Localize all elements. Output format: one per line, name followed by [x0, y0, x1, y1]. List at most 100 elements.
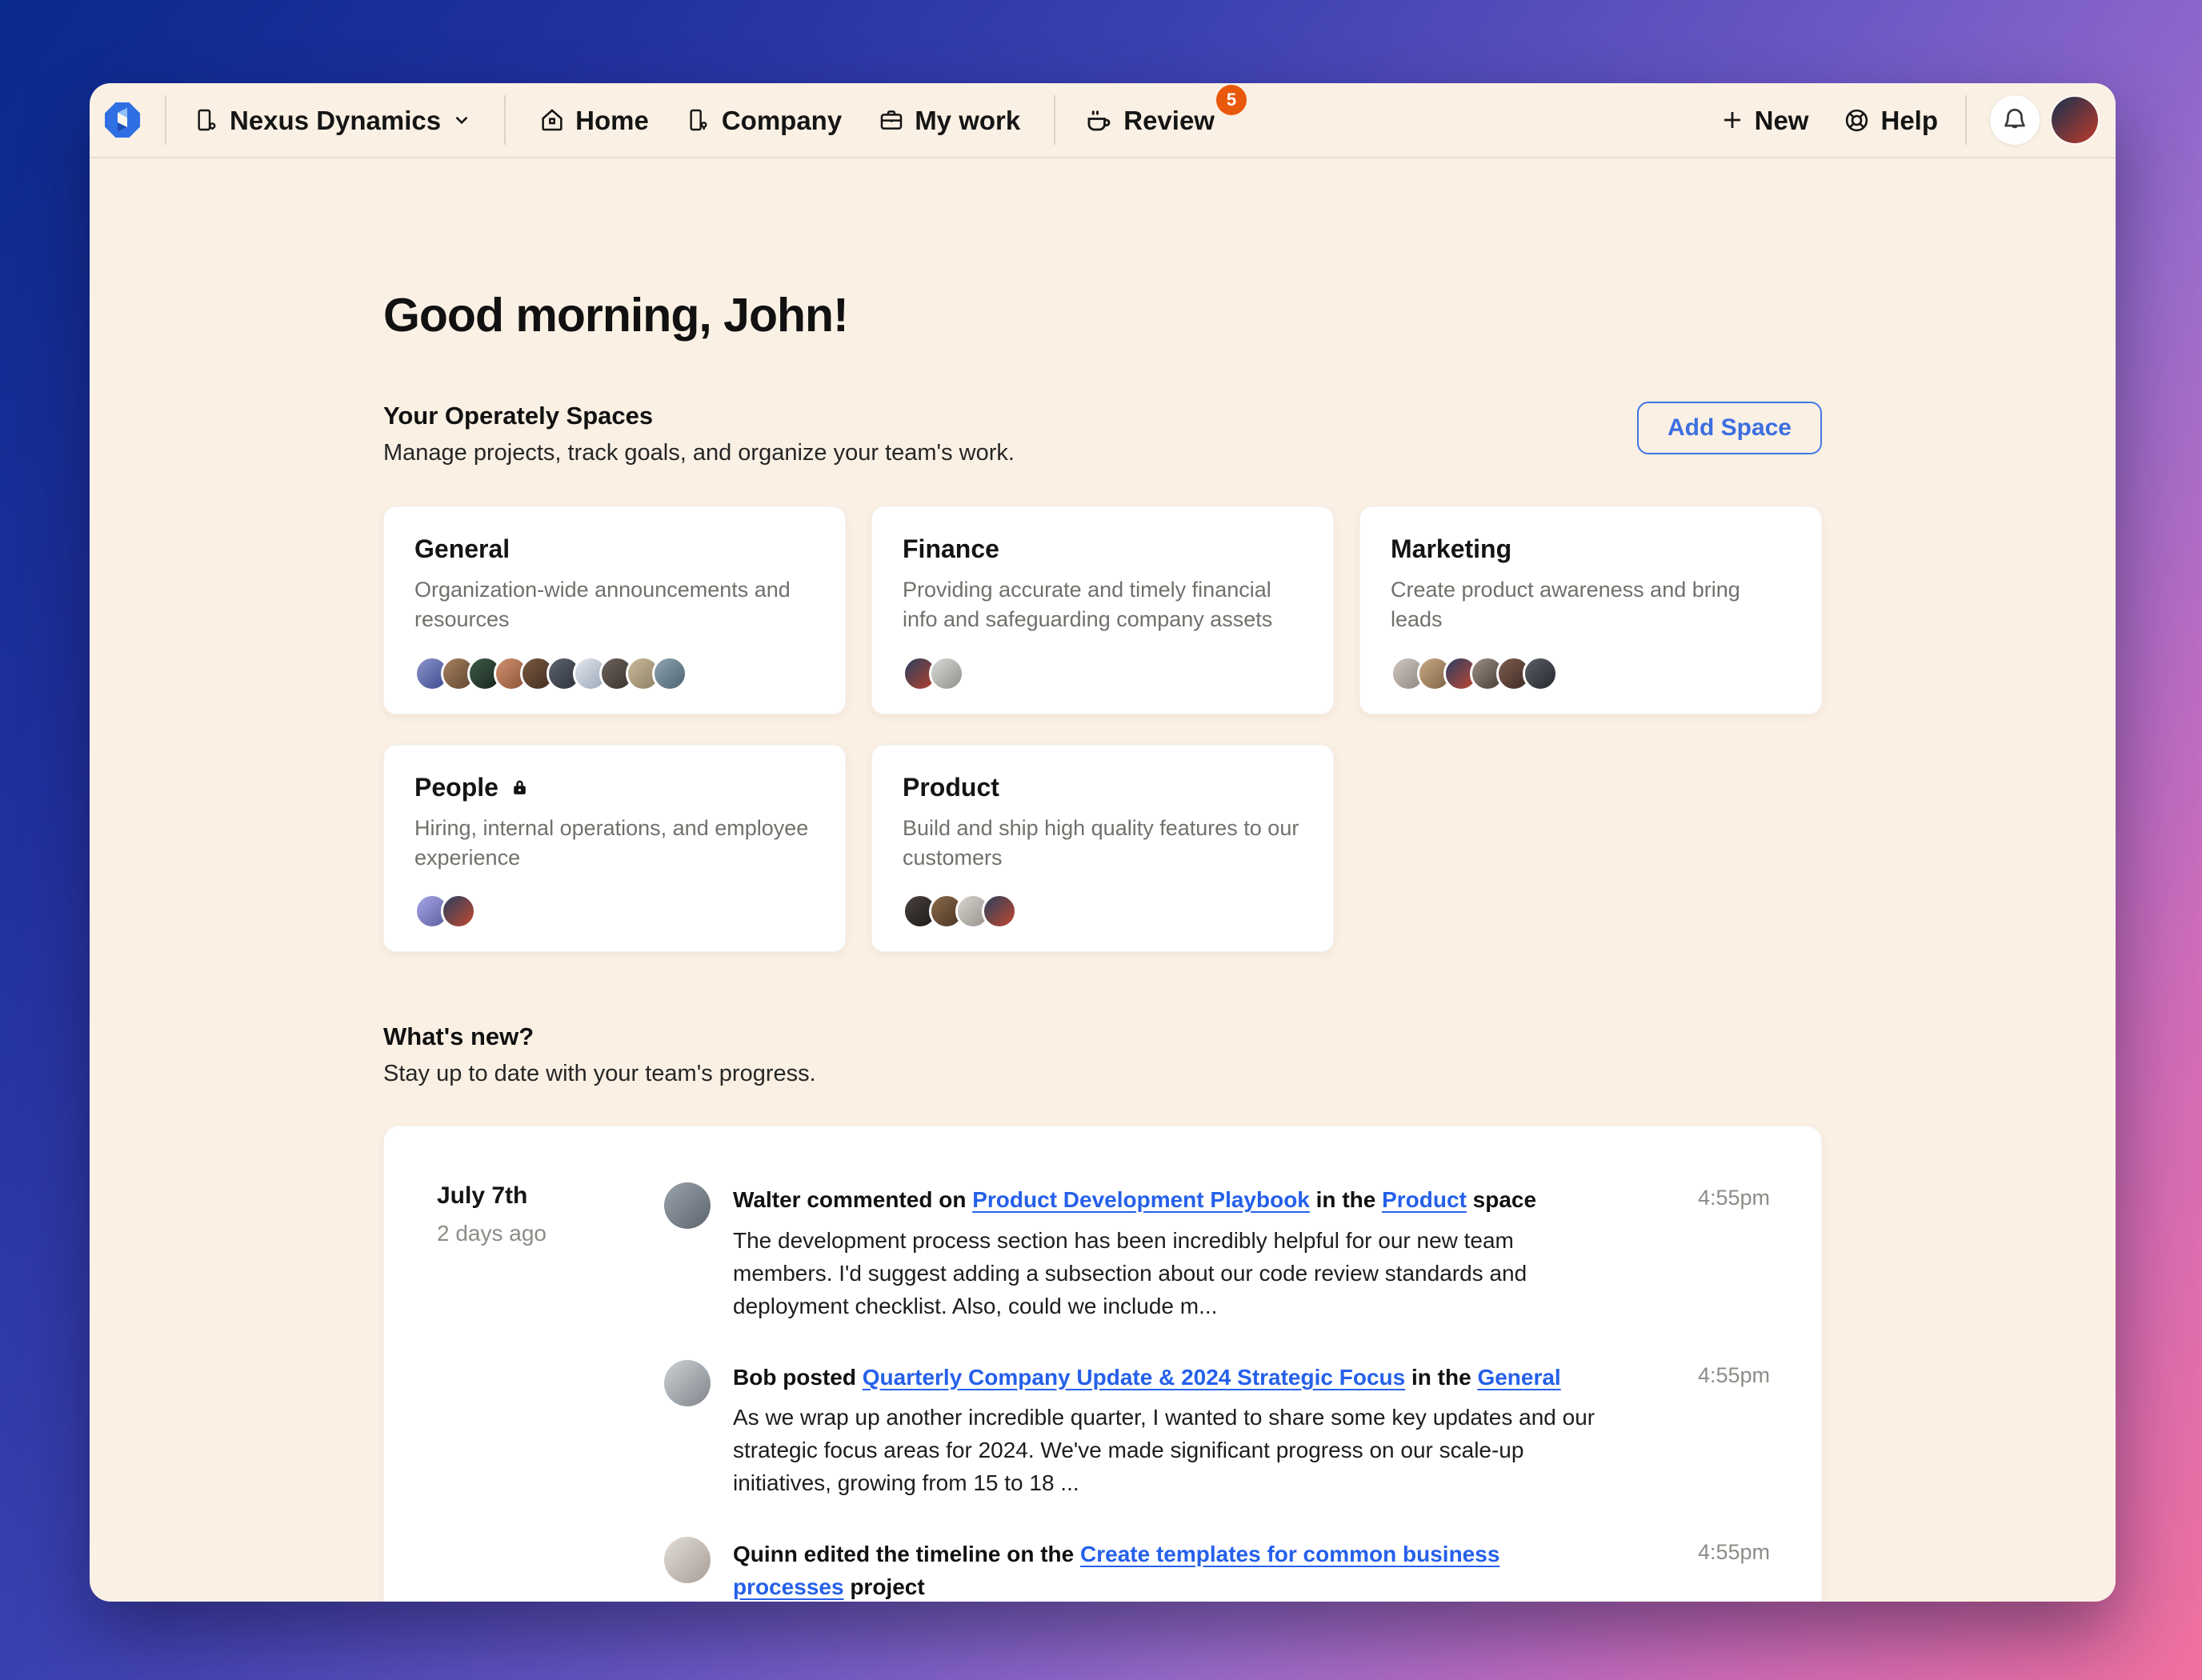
title-text: project: [844, 1574, 925, 1599]
chevron-down-icon: [451, 110, 472, 130]
spaces-section-titles: Your Operately Spaces Manage projects, t…: [383, 402, 1015, 466]
activity-feed-card: July 7th 2 days ago Walter commented on …: [383, 1126, 1822, 1602]
divider: [165, 95, 166, 145]
new-button-label: New: [1755, 107, 1809, 134]
top-navigation: Nexus Dynamics Home: [90, 83, 2116, 158]
nav-company[interactable]: Company: [686, 106, 842, 134]
feed-item: Bob posted Quarterly Company Update & 20…: [664, 1360, 1770, 1501]
org-name: Nexus Dynamics: [230, 107, 441, 134]
space-link[interactable]: General: [1477, 1365, 1560, 1390]
feed-item-time: 4:55pm: [1642, 1182, 1770, 1323]
member-avatars: [414, 635, 815, 691]
space-description: Hiring, internal operations, and employe…: [414, 814, 815, 874]
new-button[interactable]: New: [1720, 107, 1809, 134]
space-description: Build and ship high quality features to …: [903, 814, 1303, 874]
title-text: in the: [1310, 1187, 1382, 1212]
feed-item-body: The development process section has been…: [733, 1225, 1595, 1323]
nav-home-label: Home: [575, 107, 649, 134]
divider: [1054, 95, 1055, 145]
spaces-subtitle: Manage projects, track goals, and organi…: [383, 440, 1015, 466]
review-badge: 5: [1216, 85, 1247, 115]
title-text: Quinn edited the timeline on the: [733, 1542, 1080, 1566]
member-avatars: [903, 873, 1303, 929]
user-avatar[interactable]: [2052, 97, 2098, 143]
space-card-marketing[interactable]: Marketing Create product awareness and b…: [1359, 506, 1822, 714]
document-link[interactable]: Product Development Playbook: [972, 1187, 1310, 1212]
feed-item-title: Quinn edited the timeline on the Create …: [733, 1538, 1597, 1602]
help-button[interactable]: Help: [1844, 107, 1938, 134]
member-avatars: [903, 635, 1303, 691]
actor-avatar: [664, 1182, 711, 1323]
feed-item-title: Walter commented on Product Development …: [733, 1184, 1597, 1217]
whats-new-title: What's new?: [383, 1022, 1822, 1051]
feed-item: Quinn edited the timeline on the Create …: [664, 1537, 1770, 1602]
desktop-background: Nexus Dynamics Home: [0, 0, 2202, 1680]
avatar: [929, 656, 964, 691]
space-card-finance[interactable]: Finance Providing accurate and timely fi…: [871, 506, 1334, 714]
actor-avatar: [664, 1537, 711, 1602]
app-window: Nexus Dynamics Home: [90, 83, 2116, 1602]
title-text: space: [1467, 1187, 1536, 1212]
main-content: Good morning, John! Your Operately Space…: [90, 158, 2116, 1602]
nav-my-work[interactable]: My work: [879, 107, 1020, 134]
avatar: [441, 894, 476, 929]
whats-new-section-header: What's new? Stay up to date with your te…: [383, 1022, 1822, 1087]
spaces-title: Your Operately Spaces: [383, 402, 1015, 430]
feed-date-column: July 7th 2 days ago: [437, 1182, 664, 1602]
nav-review-label: Review: [1123, 107, 1215, 134]
feed-date: July 7th: [437, 1182, 664, 1210]
topbar-actions: New Help: [1720, 107, 1938, 134]
space-card-product[interactable]: Product Build and ship high quality feat…: [871, 745, 1334, 953]
avatar: [664, 1360, 711, 1406]
member-avatars: [414, 873, 815, 929]
feed-item: Walter commented on Product Development …: [664, 1182, 1770, 1323]
feed-item-text: Quinn edited the timeline on the Create …: [733, 1537, 1619, 1602]
whats-new-subtitle: Stay up to date with your team's progres…: [383, 1061, 1822, 1087]
operately-logo-icon[interactable]: [104, 102, 141, 138]
feed-item-time: 4:55pm: [1642, 1360, 1770, 1501]
actor-avatar: [664, 1360, 711, 1501]
help-button-label: Help: [1880, 107, 1938, 134]
avatar: [982, 894, 1017, 929]
title-text: in the: [1405, 1365, 1477, 1390]
feed-item-text: Walter commented on Product Development …: [733, 1182, 1619, 1323]
spaces-grid: General Organization-wide announcements …: [383, 506, 1822, 952]
company-building-icon: [686, 106, 711, 134]
bell-icon: [2001, 106, 2028, 134]
document-link[interactable]: Quarterly Company Update & 2024 Strategi…: [863, 1365, 1405, 1390]
feed-item-time: 4:55pm: [1642, 1537, 1770, 1602]
avatar: [652, 656, 687, 691]
nav-company-label: Company: [722, 107, 842, 134]
building-icon: [194, 106, 219, 134]
feed-item-title: Bob posted Quarterly Company Update & 20…: [733, 1362, 1597, 1394]
nav-links: Home Company My work: [539, 106, 1020, 134]
divider: [1965, 95, 1967, 145]
space-description: Providing accurate and timely financial …: [903, 575, 1303, 635]
space-name: People: [414, 773, 498, 802]
nav-home[interactable]: Home: [539, 107, 649, 134]
home-icon: [539, 107, 565, 133]
divider: [504, 95, 506, 145]
avatar: [664, 1182, 711, 1229]
lock-icon: [510, 778, 530, 798]
space-description: Organization-wide announcements and reso…: [414, 575, 815, 635]
space-name: Product: [903, 773, 999, 802]
life-buoy-icon: [1844, 107, 1870, 134]
briefcase-icon: [879, 107, 904, 133]
feed-item-body: As we wrap up another incredible quarter…: [733, 1402, 1595, 1500]
notifications-button[interactable]: [1989, 94, 2040, 146]
nav-review[interactable]: Review 5: [1084, 106, 1215, 134]
space-card-general[interactable]: General Organization-wide announcements …: [383, 506, 846, 714]
avatar: [1523, 656, 1558, 691]
feed-date-relative: 2 days ago: [437, 1221, 664, 1246]
member-avatars: [1391, 635, 1791, 691]
org-switcher[interactable]: Nexus Dynamics: [194, 106, 472, 134]
space-card-people[interactable]: People Hiring, internal operations, and …: [383, 745, 846, 953]
feed-items: Walter commented on Product Development …: [664, 1182, 1770, 1602]
space-link[interactable]: Product: [1382, 1187, 1467, 1212]
coffee-cup-icon: [1084, 106, 1113, 134]
space-description: Create product awareness and bring leads: [1391, 575, 1791, 635]
add-space-button[interactable]: Add Space: [1637, 402, 1822, 454]
avatar: [2052, 97, 2098, 143]
title-text: Bob posted: [733, 1365, 863, 1390]
